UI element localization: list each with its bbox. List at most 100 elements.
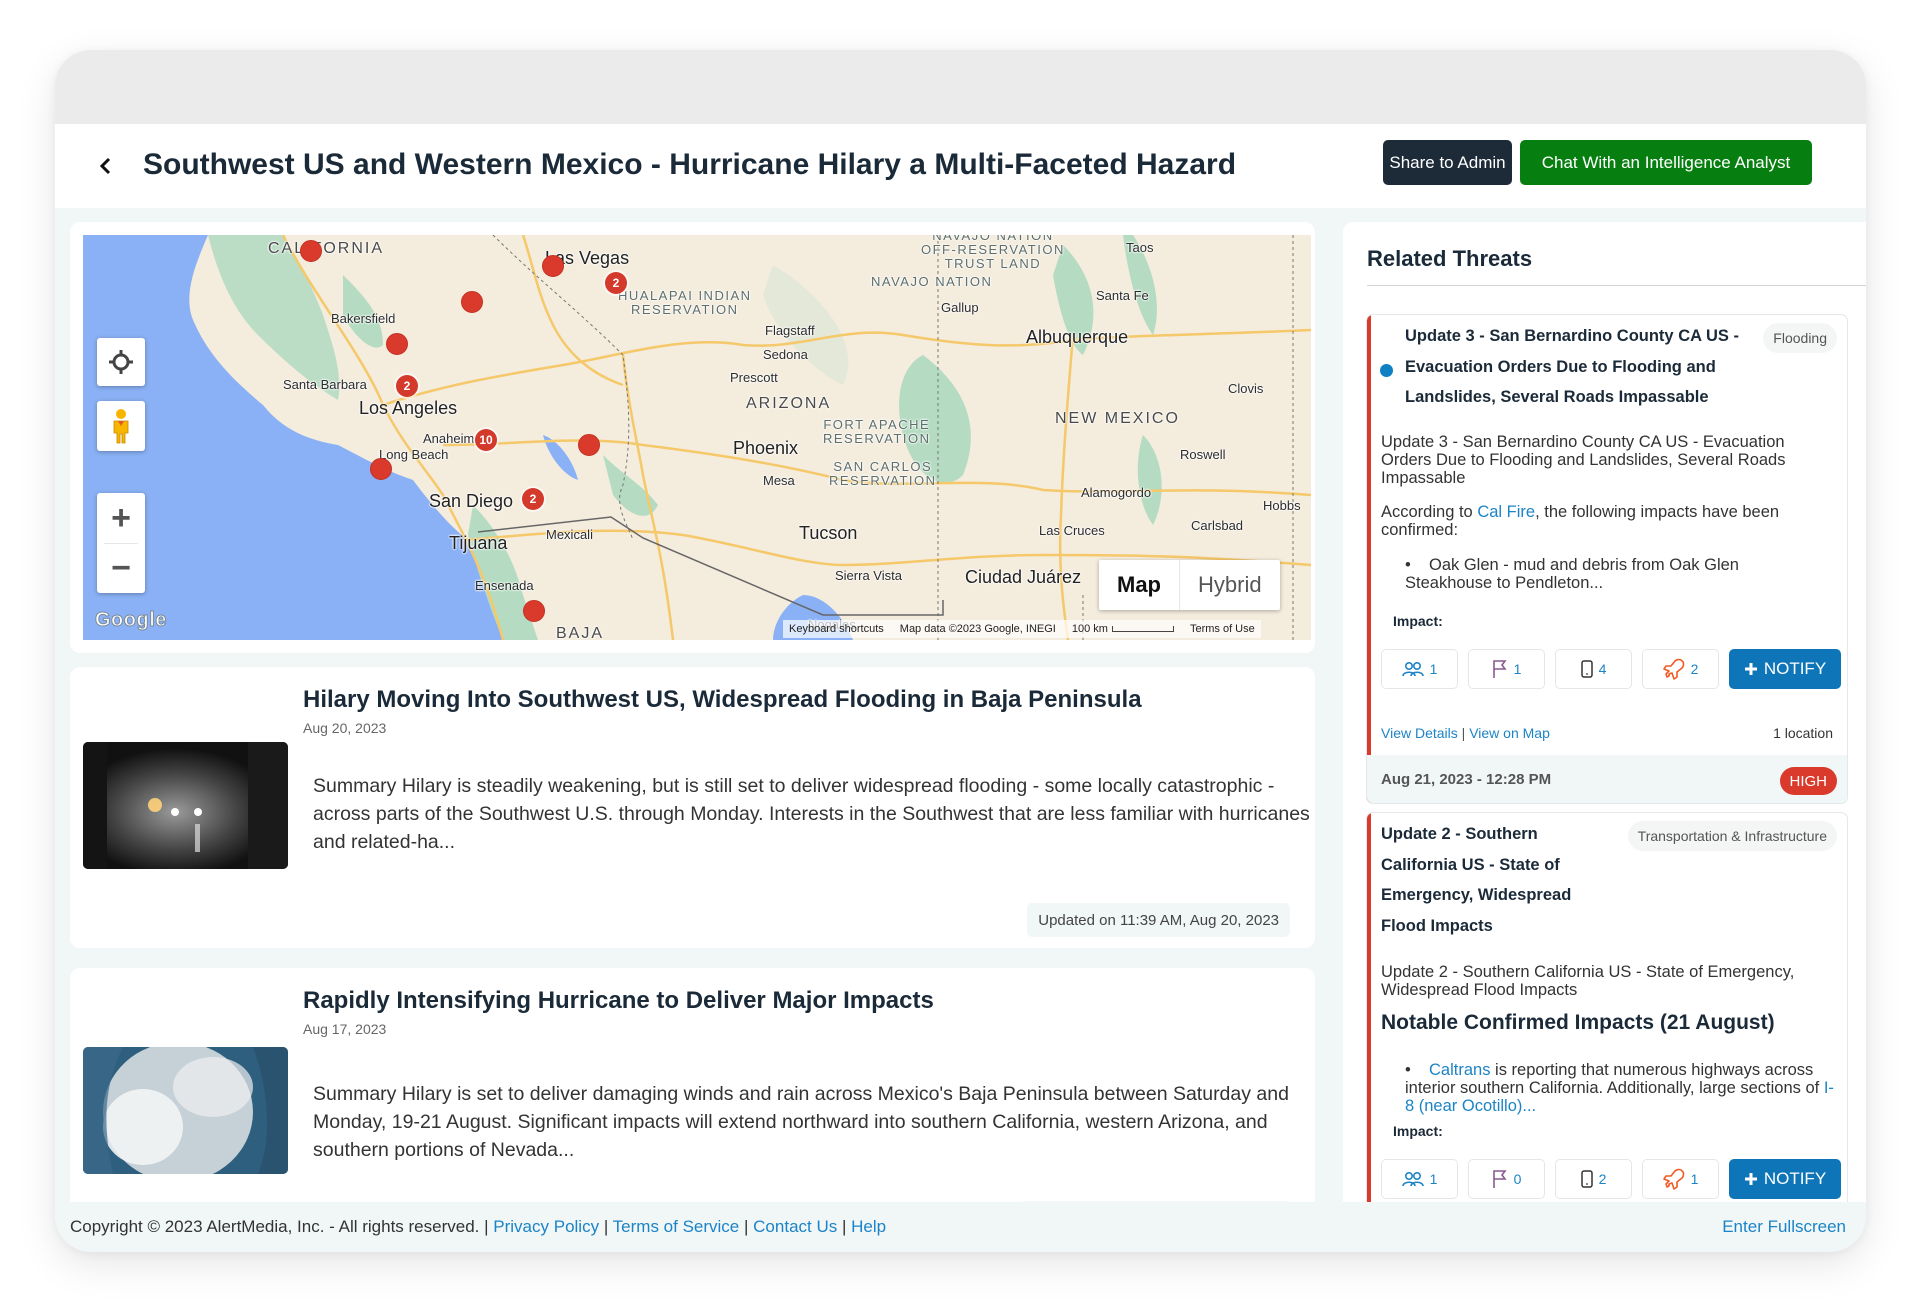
- threat-footer: Aug 21, 2023 - 12:28 PM HIGH: [1367, 755, 1847, 803]
- mobile-device-icon: [1580, 660, 1593, 678]
- street-view-pegman-icon: [113, 409, 129, 444]
- map-label: NEW MEXICO: [1055, 410, 1180, 427]
- map-label: FORT APACHE RESERVATION: [823, 417, 931, 446]
- zoom-out-button[interactable]: −: [97, 544, 145, 593]
- map-label: Tucson: [799, 523, 858, 543]
- divider: [1367, 285, 1866, 286]
- map-label: NAVAJO NATION OFF-RESERVATION TRUST LAND: [921, 235, 1065, 271]
- impact-travel-button[interactable]: 1: [1642, 1159, 1719, 1199]
- impact-people-button[interactable]: 1: [1381, 649, 1458, 689]
- news-title[interactable]: Hilary Moving Into Southwest US, Widespr…: [303, 686, 1142, 714]
- help-link[interactable]: Help: [851, 1217, 886, 1236]
- footer-separator: |: [744, 1217, 749, 1236]
- footer: Copyright © 2023 AlertMedia, Inc. - All …: [55, 1202, 1866, 1252]
- zoom-in-button[interactable]: +: [97, 494, 145, 543]
- threat-marker[interactable]: [300, 240, 322, 262]
- map-type-map[interactable]: Map: [1099, 560, 1180, 610]
- map-label: Flagstaff: [765, 323, 815, 338]
- news-date: Aug 17, 2023: [303, 1021, 387, 1037]
- enter-fullscreen-link[interactable]: Enter Fullscreen: [1722, 1217, 1846, 1237]
- google-logo: Google: [95, 609, 167, 632]
- flag-icon: [1492, 660, 1507, 678]
- terms-of-service-link[interactable]: Terms of Service: [613, 1217, 740, 1236]
- map-label: Bakersfield: [331, 311, 396, 326]
- impact-flags-button[interactable]: 0: [1468, 1159, 1545, 1199]
- street-view-button[interactable]: [97, 401, 145, 451]
- footer-separator: |: [603, 1217, 609, 1236]
- notify-label: NOTIFY: [1763, 659, 1827, 678]
- threat-heading[interactable]: Update 3 - San Bernardino County CA US -…: [1405, 321, 1739, 413]
- news-summary: Summary Hilary is set to deliver damagin…: [313, 1083, 1289, 1161]
- flag-icon: [1492, 1170, 1507, 1188]
- plus-icon: [1744, 663, 1757, 675]
- threat-card[interactable]: Update 3 - San Bernardino County CA US -…: [1366, 314, 1848, 804]
- impact-travel-button[interactable]: 2: [1642, 649, 1719, 689]
- impact-devices-button[interactable]: 2: [1555, 1159, 1632, 1199]
- notify-button[interactable]: NOTIFY: [1729, 1159, 1841, 1199]
- threat-bullet: • Oak Glen - mud and debris from Oak Glen…: [1405, 556, 1805, 592]
- impact-devices-button[interactable]: 4: [1555, 649, 1632, 689]
- impact-people-button[interactable]: 1: [1381, 1159, 1458, 1199]
- threat-cluster-marker[interactable]: 2: [605, 272, 627, 294]
- news-thumbnail: [83, 1047, 288, 1174]
- news-card[interactable]: Hilary Moving Into Southwest US, Widespr…: [70, 667, 1315, 948]
- devices-count: 4: [1598, 661, 1607, 677]
- caltrans-link[interactable]: Caltrans: [1429, 1061, 1490, 1079]
- threat-marker[interactable]: [386, 333, 408, 355]
- contact-us-link[interactable]: Contact Us: [753, 1217, 837, 1236]
- devices-count: 2: [1598, 1171, 1607, 1187]
- threat-subheading: Notable Confirmed Impacts (21 August): [1381, 1011, 1775, 1034]
- chat-with-analyst-button[interactable]: Chat With an Intelligence Analyst: [1520, 140, 1812, 185]
- page-header: Southwest US and Western Mexico - Hurric…: [55, 124, 1866, 208]
- map-label: BAJA: [556, 625, 605, 640]
- notify-button[interactable]: NOTIFY: [1729, 649, 1841, 689]
- map-label: SAN CARLOS RESERVATION: [829, 459, 937, 488]
- content-area: CALIFORNIA Las Vegas Bakersfield Santa B…: [55, 208, 1866, 1202]
- news-summary: Summary Hilary is steadily weakening, bu…: [313, 775, 1310, 853]
- cal-fire-link[interactable]: Cal Fire: [1477, 503, 1535, 521]
- threat-category-tag: Transportation & Infrastructure: [1627, 821, 1837, 851]
- threat-marker[interactable]: [578, 434, 600, 456]
- keyboard-shortcuts-link[interactable]: Keyboard shortcuts: [789, 623, 884, 635]
- link-separator: |: [1461, 725, 1466, 741]
- share-to-admin-button[interactable]: Share to Admin: [1383, 140, 1512, 185]
- news-card[interactable]: Rapidly Intensifying Hurricane to Delive…: [70, 968, 1315, 1202]
- news-title[interactable]: Rapidly Intensifying Hurricane to Delive…: [303, 987, 934, 1015]
- back-button[interactable]: [92, 152, 120, 180]
- map-type-hybrid[interactable]: Hybrid: [1180, 560, 1280, 610]
- map-label: Ciudad Juárez: [965, 567, 1082, 587]
- threat-marker[interactable]: [370, 458, 392, 480]
- view-details-link[interactable]: View Details: [1381, 725, 1458, 741]
- airplane-icon: [1662, 658, 1684, 680]
- threat-map[interactable]: CALIFORNIA Las Vegas Bakersfield Santa B…: [83, 235, 1311, 640]
- threat-marker[interactable]: [461, 291, 483, 313]
- impact-flags-button[interactable]: 1: [1468, 649, 1545, 689]
- map-type-toggle: Map Hybrid: [1099, 560, 1280, 610]
- threat-cluster-marker[interactable]: 2: [396, 375, 418, 397]
- crosshair-icon: [109, 350, 133, 374]
- people-icon: [1401, 661, 1424, 677]
- map-label: Santa Fe: [1096, 288, 1149, 303]
- bullet-icon: •: [1405, 1061, 1411, 1079]
- map-label: Phoenix: [733, 438, 799, 458]
- locate-me-button[interactable]: [97, 338, 145, 386]
- map-label: Taos: [1126, 240, 1154, 255]
- terms-of-use-link[interactable]: Terms of Use: [1190, 623, 1255, 635]
- threat-heading[interactable]: Update 2 - Southern California US - Stat…: [1381, 819, 1571, 941]
- chevron-left-icon: [99, 157, 111, 175]
- zoom-controls: + −: [97, 493, 145, 593]
- map-label: Anaheim: [423, 431, 475, 446]
- threat-card[interactable]: Update 2 - Southern California US - Stat…: [1366, 812, 1848, 1202]
- map-label: CALIFORNIA: [268, 240, 385, 257]
- threat-marker[interactable]: [523, 600, 545, 622]
- threat-heading-line: Update 3 - San Bernardino County CA US -: [1405, 327, 1739, 345]
- privacy-policy-link[interactable]: Privacy Policy: [493, 1217, 599, 1236]
- page-title: Southwest US and Western Mexico - Hurric…: [143, 148, 1237, 181]
- threat-marker[interactable]: [542, 255, 564, 277]
- threat-summary: Update 3 - San Bernardino County CA US -…: [1381, 433, 1786, 487]
- view-on-map-link[interactable]: View on Map: [1469, 725, 1550, 741]
- threat-links: View Details | View on Map: [1381, 725, 1550, 741]
- threat-cluster-marker[interactable]: 10: [475, 429, 497, 451]
- threat-cluster-marker[interactable]: 2: [522, 488, 544, 510]
- map-label: Albuquerque: [1026, 327, 1129, 347]
